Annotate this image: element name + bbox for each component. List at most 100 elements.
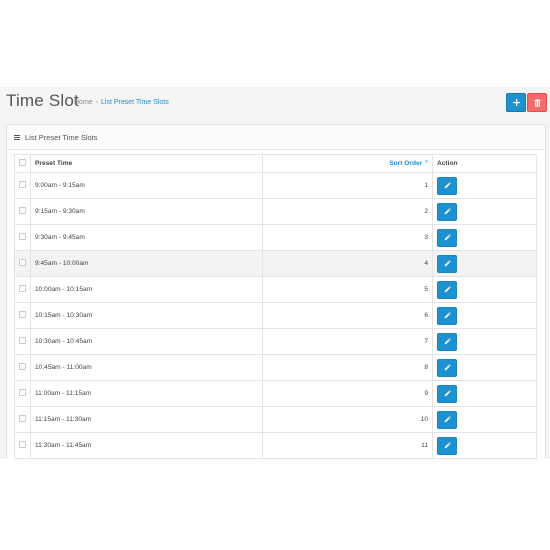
table-row: 11:30am - 11:45am 11 xyxy=(14,432,537,459)
table-row: 9:00am - 9:15am 1 xyxy=(14,172,537,199)
row-select-cell xyxy=(14,380,31,407)
add-button[interactable] xyxy=(506,93,526,112)
row-checkbox[interactable] xyxy=(19,207,26,214)
row-checkbox[interactable] xyxy=(19,337,26,344)
row-select-cell xyxy=(14,172,31,199)
row-checkbox[interactable] xyxy=(19,415,26,422)
pencil-icon xyxy=(444,234,451,241)
action-cell xyxy=(432,224,537,251)
preset-time-cell: 9:30am - 9:45am xyxy=(30,224,263,251)
row-checkbox[interactable] xyxy=(19,311,26,318)
app-window: Time Slot Home › List Preset Time Slots xyxy=(0,87,550,459)
row-select-cell xyxy=(14,250,31,277)
row-select-cell xyxy=(14,432,31,459)
sort-order-cell: 7 xyxy=(262,328,433,355)
table-row: 9:45am - 10:00am 4 xyxy=(14,250,537,277)
row-checkbox[interactable] xyxy=(19,441,26,448)
plus-icon xyxy=(512,99,520,106)
pencil-icon xyxy=(444,182,451,189)
pencil-icon xyxy=(444,260,451,267)
sort-order-cell: 5 xyxy=(262,276,433,303)
page-header: Time Slot Home › List Preset Time Slots xyxy=(0,87,550,119)
edit-button[interactable] xyxy=(437,254,457,273)
pencil-icon xyxy=(444,338,451,345)
preset-time-cell: 9:45am - 10:00am xyxy=(30,250,263,277)
delete-button[interactable] xyxy=(527,93,547,112)
row-checkbox[interactable] xyxy=(19,259,26,266)
row-select-cell xyxy=(14,198,31,225)
edit-button[interactable] xyxy=(437,202,457,221)
trash-icon xyxy=(534,98,540,107)
preset-time-cell: 10:00am - 10:15am xyxy=(30,276,263,303)
row-select-cell xyxy=(14,224,31,251)
action-cell xyxy=(432,276,537,303)
action-cell xyxy=(432,250,537,277)
row-select-cell xyxy=(14,406,31,433)
table-row: 9:15am - 9:30am 2 xyxy=(14,198,537,225)
sort-order-cell: 8 xyxy=(262,354,433,381)
preset-time-cell: 10:30am - 10:45am xyxy=(30,328,263,355)
sort-order-cell: 10 xyxy=(262,406,433,433)
table-row: 10:00am - 10:15am 5 xyxy=(14,276,537,303)
breadcrumb: Home › List Preset Time Slots xyxy=(74,99,169,106)
pencil-icon xyxy=(444,390,451,397)
page-title: Time Slot xyxy=(6,91,79,110)
row-checkbox[interactable] xyxy=(19,233,26,240)
panel-heading: List Preset Time Slots xyxy=(7,125,545,150)
action-cell xyxy=(432,432,537,459)
action-cell xyxy=(432,406,537,433)
edit-button[interactable] xyxy=(437,436,457,455)
sort-order-cell: 1 xyxy=(262,172,433,199)
breadcrumb-current[interactable]: List Preset Time Slots xyxy=(101,99,169,106)
edit-button[interactable] xyxy=(437,280,457,299)
sort-order-cell: 11 xyxy=(262,432,433,459)
sort-order-label[interactable]: Sort Order xyxy=(389,160,422,167)
sort-order-cell: 9 xyxy=(262,380,433,407)
row-checkbox[interactable] xyxy=(19,363,26,370)
pencil-icon xyxy=(444,286,451,293)
row-select-cell xyxy=(14,276,31,303)
row-select-cell xyxy=(14,328,31,355)
pencil-icon xyxy=(444,364,451,371)
column-preset-time[interactable]: Preset Time xyxy=(30,154,263,173)
pencil-icon xyxy=(444,312,451,319)
row-checkbox[interactable] xyxy=(19,285,26,292)
pencil-icon xyxy=(444,442,451,449)
sort-order-cell: 6 xyxy=(262,302,433,329)
pencil-icon xyxy=(444,416,451,423)
action-cell xyxy=(432,302,537,329)
row-checkbox[interactable] xyxy=(19,389,26,396)
edit-button[interactable] xyxy=(437,176,457,195)
breadcrumb-separator-icon: › xyxy=(95,99,99,106)
table-row: 11:00am - 11:15am 9 xyxy=(14,380,537,407)
edit-button[interactable] xyxy=(437,332,457,351)
sort-caret-icon: ^ xyxy=(425,160,428,166)
row-select-cell xyxy=(14,302,31,329)
edit-button[interactable] xyxy=(437,228,457,247)
edit-button[interactable] xyxy=(437,410,457,429)
select-all-cell xyxy=(14,154,31,173)
action-cell xyxy=(432,172,537,199)
breadcrumb-home[interactable]: Home xyxy=(74,99,93,106)
row-checkbox[interactable] xyxy=(19,181,26,188)
list-icon xyxy=(14,134,20,140)
preset-time-cell: 10:15am - 10:30am xyxy=(30,302,263,329)
select-all-checkbox[interactable] xyxy=(19,159,26,166)
action-cell xyxy=(432,328,537,355)
column-sort-order[interactable]: Sort Order ^ xyxy=(262,154,433,173)
edit-button[interactable] xyxy=(437,306,457,325)
edit-button[interactable] xyxy=(437,358,457,377)
table-row: 10:15am - 10:30am 6 xyxy=(14,302,537,329)
row-select-cell xyxy=(14,354,31,381)
panel-title: List Preset Time Slots xyxy=(25,132,98,142)
column-action: Action xyxy=(432,154,537,173)
table-row: 10:45am - 11:00am 8 xyxy=(14,354,537,381)
preset-time-cell: 9:15am - 9:30am xyxy=(30,198,263,225)
action-cell xyxy=(432,380,537,407)
edit-button[interactable] xyxy=(437,384,457,403)
sort-order-cell: 3 xyxy=(262,224,433,251)
table-row: 9:30am - 9:45am 3 xyxy=(14,224,537,251)
list-panel: List Preset Time Slots Preset Time Sort … xyxy=(6,124,546,459)
preset-time-cell: 11:00am - 11:15am xyxy=(30,380,263,407)
table-header-row: Preset Time Sort Order ^ Action xyxy=(14,154,537,173)
